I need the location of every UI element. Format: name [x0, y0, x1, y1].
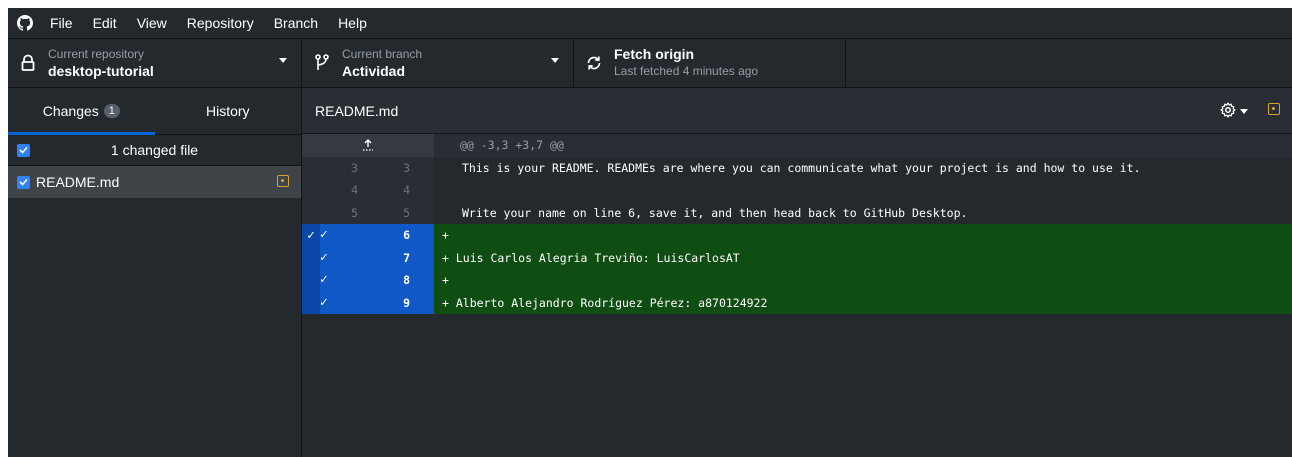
new-line-number: 9 [403, 295, 410, 310]
new-line-number: 7 [403, 250, 410, 265]
branch-icon [302, 54, 342, 72]
current-branch-title: Current branch [342, 47, 423, 61]
github-desktop-window: File Edit View Repository Branch Help Cu… [8, 8, 1292, 457]
file-include-checkbox[interactable] [17, 175, 30, 189]
new-line-number: 6 [403, 228, 410, 242]
line-select-check-icon[interactable]: ✓ [320, 247, 346, 270]
menu-branch[interactable]: Branch [264, 8, 328, 38]
menu-file[interactable]: File [40, 8, 83, 38]
new-line-number: 8 [403, 273, 410, 287]
diff-line-text: This is your README. READMEs are where y… [462, 160, 1141, 175]
menu-bar: File Edit View Repository Branch Help [8, 8, 1292, 38]
fetch-origin-button[interactable]: Fetch origin Last fetched 4 minutes ago [574, 39, 846, 87]
changed-file-row[interactable]: README.md [8, 166, 301, 198]
tab-changes-label: Changes [42, 103, 99, 119]
diff-file-path: README.md [315, 102, 399, 119]
tab-changes[interactable]: Changes 1 [8, 88, 155, 135]
diff-line-text: + [442, 273, 456, 288]
old-line-number: 4 [351, 183, 358, 197]
changed-files-count: 1 changed file [110, 142, 199, 158]
current-branch-name: Actividad [342, 63, 406, 79]
gear-icon [1220, 102, 1236, 121]
tab-history[interactable]: History [155, 88, 302, 134]
diff-line-text: + Luis Carlos Alegria Treviño: LuisCarlo… [442, 250, 740, 265]
select-all-checkbox[interactable] [17, 143, 30, 157]
current-repository-button[interactable]: Current repository desktop-tutorial [8, 39, 302, 87]
line-select-check-icon[interactable]: ✓ [320, 269, 346, 292]
diff-header: README.md [302, 88, 1292, 134]
changes-count-badge: 1 [103, 104, 120, 118]
diff-hunk-header: @@ -3,3 +3,7 @@ [302, 134, 1292, 157]
diff-line: 5 5 Write your name on line 6, save it, a… [302, 201, 1292, 224]
menu-view[interactable]: View [127, 8, 177, 38]
modified-status-icon [277, 175, 289, 187]
sync-icon [574, 54, 614, 72]
repo-icon [8, 54, 48, 72]
diff-view: README.md @@ -3,3 +3,7 @@ 3 3 This is yo… [302, 88, 1292, 457]
modified-status-icon [1268, 103, 1280, 115]
chevron-down-icon [279, 58, 287, 63]
diff-line: 3 3 This is your README. READMEs are wher… [302, 156, 1292, 179]
last-fetched-text: Last fetched 4 minutes ago [614, 64, 759, 78]
diff-lines: @@ -3,3 +3,7 @@ 3 3 This is your README. … [302, 134, 1292, 314]
old-line-number: 5 [351, 205, 358, 220]
chevron-down-icon [1240, 109, 1248, 114]
diff-added-line[interactable]: ✓ 7 + Luis Carlos Alegria Treviño: LuisC… [302, 246, 1292, 270]
menu-help[interactable]: Help [328, 8, 377, 38]
github-logo-icon [10, 8, 40, 38]
toolbar: Current repository desktop-tutorial Curr… [8, 38, 1292, 88]
tab-history-label: History [205, 103, 250, 119]
diff-added-line[interactable]: ✓ 9 + Alberto Alejandro Rodríguez Pérez:… [302, 291, 1292, 315]
expand-up-icon[interactable] [302, 134, 434, 157]
diff-options-button[interactable] [1220, 102, 1248, 121]
menu-repository[interactable]: Repository [177, 8, 264, 38]
line-select-check-icon[interactable]: ✓ [320, 224, 346, 247]
hunk-select-check-icon[interactable]: ✓ [302, 224, 320, 247]
fetch-origin-title: Fetch origin [614, 46, 695, 62]
diff-added-line[interactable]: ✓ 8 + [302, 269, 1292, 292]
line-select-check-icon[interactable]: ✓ [320, 292, 346, 315]
sidebar-tabs: Changes 1 History [8, 88, 301, 135]
chevron-down-icon [551, 58, 559, 63]
current-repository-title: Current repository [48, 47, 145, 61]
current-repository-name: desktop-tutorial [48, 63, 154, 79]
changed-file-name: README.md [36, 174, 120, 190]
diff-added-line[interactable]: ✓ ✓ 6 + [302, 224, 1292, 247]
current-branch-button[interactable]: Current branch Actividad [302, 39, 574, 87]
changes-list-header: 1 changed file [8, 135, 301, 166]
new-line-number: 5 [403, 205, 410, 220]
sidebar: Changes 1 History 1 changed file README.… [8, 88, 302, 457]
diff-line: 44 [302, 179, 1292, 202]
hunk-header-text: @@ -3,3 +3,7 @@ [460, 138, 564, 153]
diff-line-text: + Alberto Alejandro Rodríguez Pérez: a87… [442, 295, 768, 310]
new-line-number: 4 [403, 183, 410, 197]
diff-line-text: + [442, 228, 456, 243]
diff-line-text: Write your name on line 6, save it, and … [462, 205, 968, 220]
menu-edit[interactable]: Edit [83, 8, 127, 38]
new-line-number: 3 [403, 160, 410, 175]
old-line-number: 3 [351, 160, 358, 175]
